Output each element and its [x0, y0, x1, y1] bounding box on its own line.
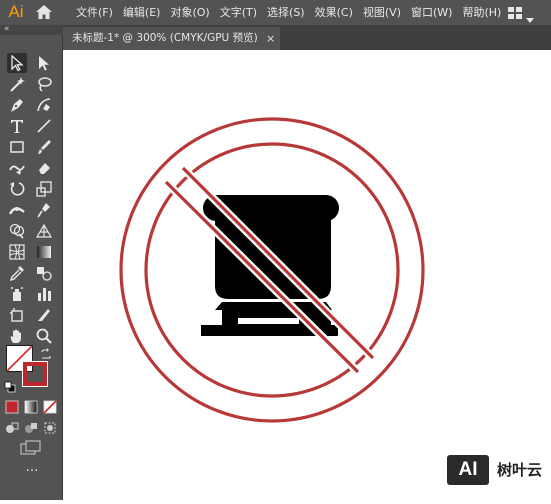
watermark-logo-text: AI [458, 459, 478, 480]
pen-tool-icon[interactable] [7, 95, 27, 115]
menu-type[interactable]: 文字(T) [220, 0, 257, 25]
menu-help[interactable]: 帮助(H) [462, 0, 501, 25]
menu-window[interactable]: 窗口(W) [411, 0, 452, 25]
watermark-text: 树叶云 [497, 461, 543, 479]
magic-wand-tool-icon[interactable] [7, 74, 27, 94]
app-logo: Ai [8, 2, 24, 21]
menu-effect[interactable]: 效果(C) [315, 0, 353, 25]
artwork [119, 117, 425, 423]
zoom-tool-icon[interactable] [34, 326, 54, 346]
chevron-down-icon[interactable] [526, 9, 534, 23]
watermark-logo: AI [447, 455, 489, 485]
draw-normal-icon[interactable] [5, 420, 19, 434]
hand-tool-icon[interactable] [7, 326, 27, 346]
swap-fill-stroke-icon[interactable] [40, 345, 52, 359]
lasso-tool-icon[interactable] [34, 74, 54, 94]
paintbrush-tool-icon[interactable] [34, 137, 54, 157]
artboard-tool-icon[interactable] [7, 305, 27, 325]
slice-tool-icon[interactable] [34, 305, 54, 325]
menu-object[interactable]: 对象(O) [170, 0, 209, 25]
perspective-grid-tool-icon[interactable] [34, 221, 54, 241]
selection-tool-icon[interactable] [7, 53, 27, 73]
document-tab-bar: 未标题-1* @ 300% (CMYK/GPU 预览) × [63, 25, 551, 50]
shape-builder-tool-icon[interactable] [7, 221, 27, 241]
menu-edit[interactable]: 编辑(E) [123, 0, 161, 25]
menu-bar: Ai 文件(F) 编辑(E) 对象(O) 文字(T) 选择(S) 效果(C) 视… [0, 0, 551, 25]
document-tab[interactable]: 未标题-1* @ 300% (CMYK/GPU 预览) × [63, 27, 280, 50]
watermark: AI 树叶云 [447, 455, 547, 485]
workspace-layout-icon[interactable] [507, 5, 523, 19]
direct-selection-tool-icon[interactable] [34, 53, 54, 73]
tools-panel: « … [0, 24, 63, 500]
eraser-tool-icon[interactable] [34, 158, 54, 178]
close-icon[interactable]: × [266, 27, 275, 50]
scale-tool-icon[interactable] [34, 179, 54, 199]
more-tools-icon[interactable]: … [22, 461, 42, 475]
stroke-swatch[interactable] [22, 361, 48, 387]
artboard-canvas[interactable] [63, 50, 551, 500]
draw-inside-icon[interactable] [43, 420, 57, 434]
width-tool-icon[interactable] [7, 200, 27, 220]
gradient-mode-button[interactable] [24, 399, 38, 414]
eyedropper-tool-icon[interactable] [7, 263, 27, 283]
symbol-sprayer-tool-icon[interactable] [7, 284, 27, 304]
rice-cooker-icon [201, 195, 339, 336]
draw-behind-icon[interactable] [24, 420, 38, 434]
rectangle-tool-icon[interactable] [7, 137, 27, 157]
gradient-tool-icon[interactable] [34, 242, 54, 262]
shaper-tool-icon[interactable] [7, 158, 27, 178]
color-mode-button[interactable] [5, 399, 19, 414]
column-graph-tool-icon[interactable] [34, 284, 54, 304]
line-segment-tool-icon[interactable] [34, 116, 54, 136]
type-tool-icon[interactable] [7, 116, 27, 136]
screen-mode-icon[interactable] [20, 440, 42, 456]
menu-items: 文件(F) 编辑(E) 对象(O) 文字(T) 选择(S) 效果(C) 视图(V… [76, 0, 511, 25]
rotate-tool-icon[interactable] [7, 179, 27, 199]
menu-file[interactable]: 文件(F) [76, 0, 113, 25]
curvature-tool-icon[interactable] [34, 95, 54, 115]
home-icon[interactable] [34, 3, 54, 21]
tools-panel-header[interactable]: « [0, 24, 63, 35]
menu-select[interactable]: 选择(S) [267, 0, 305, 25]
none-mode-button[interactable] [43, 399, 57, 414]
menu-view[interactable]: 视图(V) [363, 0, 401, 25]
collapse-icon[interactable]: « [4, 24, 10, 34]
mesh-tool-icon[interactable] [7, 242, 27, 262]
puppet-warp-tool-icon[interactable] [34, 200, 54, 220]
default-fill-stroke-icon[interactable] [4, 378, 16, 393]
document-tab-title: 未标题-1* @ 300% (CMYK/GPU 预览) [72, 32, 258, 44]
blend-tool-icon[interactable] [34, 263, 54, 283]
